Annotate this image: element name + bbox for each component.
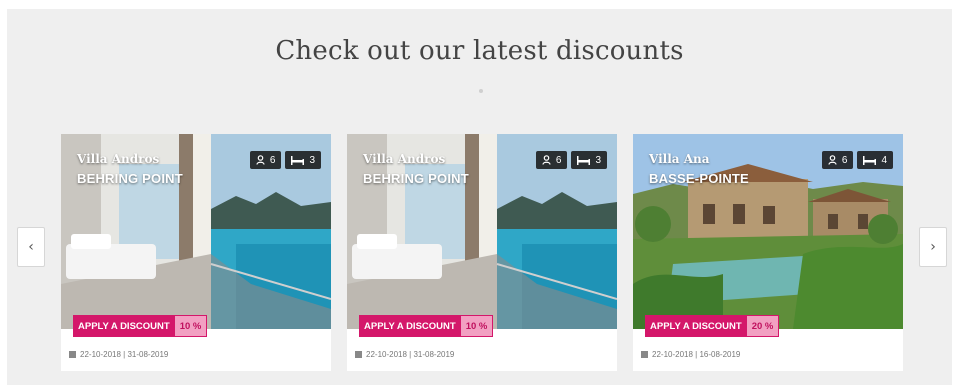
villa-name: Villa Ana bbox=[649, 152, 710, 166]
villa-name: Villa Andros bbox=[363, 152, 446, 166]
beds-count: 3 bbox=[309, 154, 315, 166]
beds-badge: 4 bbox=[857, 151, 893, 169]
calendar-icon bbox=[355, 351, 362, 358]
apply-discount[interactable]: APPLY A DISCOUNT 10 % bbox=[73, 315, 208, 337]
person-icon bbox=[828, 155, 837, 165]
capacity-badges: 6 3 bbox=[535, 151, 607, 169]
discount-percent: 10 % bbox=[460, 315, 494, 337]
villa-location: BASSE-POINTE bbox=[649, 171, 749, 186]
apply-discount-button[interactable]: APPLY A DISCOUNT bbox=[359, 315, 461, 337]
beds-badge: 3 bbox=[285, 151, 321, 169]
villa-location: BEHRING POINT bbox=[363, 171, 469, 186]
guests-badge: 6 bbox=[249, 151, 282, 169]
capacity-badges: 6 3 bbox=[249, 151, 321, 169]
guests-badge: 6 bbox=[535, 151, 568, 169]
guests-count: 6 bbox=[555, 154, 562, 166]
date-range: 22-10-2018 | 16-08-2019 bbox=[641, 350, 740, 359]
date-range: 22-10-2018 | 31-08-2019 bbox=[69, 350, 168, 359]
villa-card[interactable]: Villa Ana BASSE-POINTE 6 4 APPLY A DISCO… bbox=[633, 134, 903, 371]
villa-card[interactable]: Villa Andros BEHRING POINT 6 3 APPLY A D… bbox=[61, 134, 331, 371]
date-range: 22-10-2018 | 31-08-2019 bbox=[355, 350, 454, 359]
guests-badge: 6 bbox=[821, 151, 854, 169]
apply-discount-button[interactable]: APPLY A DISCOUNT bbox=[73, 315, 175, 337]
apply-discount-button[interactable]: APPLY A DISCOUNT bbox=[645, 315, 747, 337]
bed-icon bbox=[577, 155, 591, 165]
calendar-icon bbox=[69, 351, 76, 358]
bed-icon bbox=[291, 155, 305, 165]
carousel-dot[interactable] bbox=[479, 89, 483, 93]
apply-discount[interactable]: APPLY A DISCOUNT 20 % bbox=[645, 315, 780, 337]
villa-location: BEHRING POINT bbox=[77, 171, 183, 186]
date-range-text: 22-10-2018 | 16-08-2019 bbox=[652, 350, 741, 359]
bed-icon bbox=[863, 155, 877, 165]
villa-name: Villa Andros bbox=[77, 152, 160, 166]
person-icon bbox=[542, 155, 551, 165]
beds-count: 4 bbox=[881, 154, 887, 166]
capacity-badges: 6 4 bbox=[821, 151, 893, 169]
discounts-section: Check out our latest discounts ‹ › Villa… bbox=[7, 9, 952, 385]
beds-badge: 3 bbox=[571, 151, 607, 169]
date-range-text: 22-10-2018 | 31-08-2019 bbox=[366, 350, 455, 359]
discount-percent: 10 % bbox=[174, 315, 208, 337]
person-icon bbox=[256, 155, 265, 165]
discount-percent: 20 % bbox=[746, 315, 780, 337]
apply-discount[interactable]: APPLY A DISCOUNT 10 % bbox=[359, 315, 494, 337]
calendar-icon bbox=[641, 351, 648, 358]
guests-count: 6 bbox=[269, 154, 276, 166]
guests-count: 6 bbox=[841, 154, 848, 166]
carousel-prev-button[interactable]: ‹ bbox=[17, 227, 45, 267]
carousel-next-button[interactable]: › bbox=[919, 227, 947, 267]
chevron-right-icon: › bbox=[930, 239, 936, 255]
beds-count: 3 bbox=[595, 154, 601, 166]
villa-card[interactable]: Villa Andros BEHRING POINT 6 3 APPLY A D… bbox=[347, 134, 617, 371]
section-heading: Check out our latest discounts bbox=[275, 36, 684, 66]
date-range-text: 22-10-2018 | 31-08-2019 bbox=[80, 350, 169, 359]
chevron-left-icon: ‹ bbox=[28, 239, 34, 255]
